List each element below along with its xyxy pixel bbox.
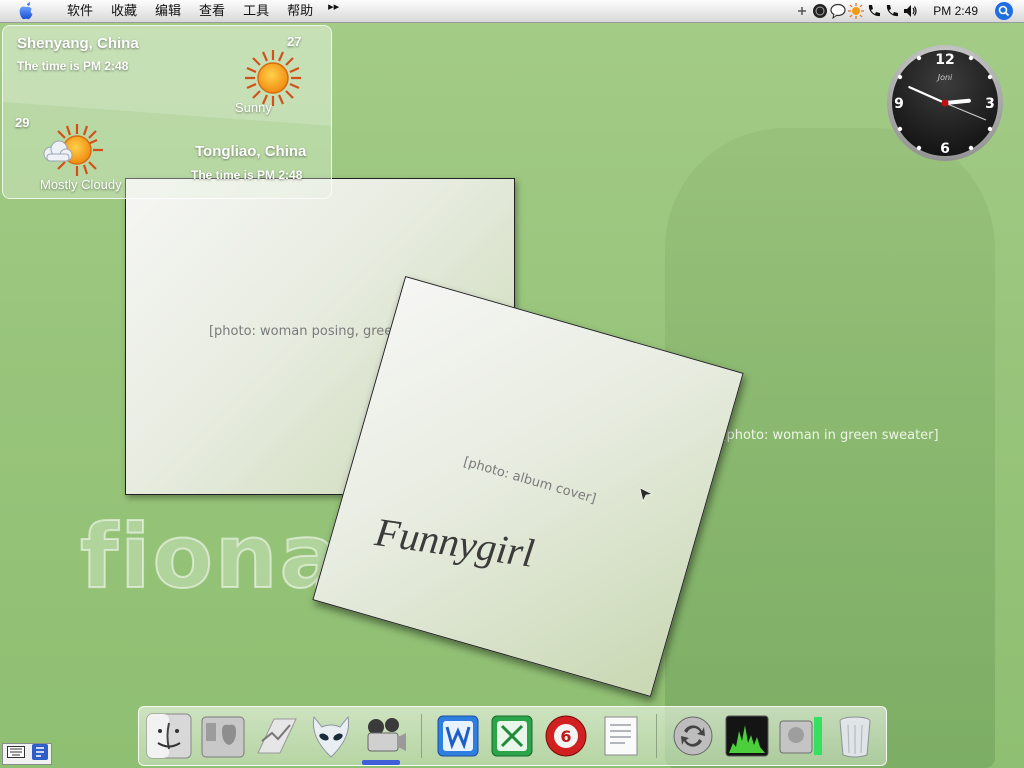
wallpaper-watermark: fiona (79, 504, 341, 609)
keyboard-icon[interactable] (6, 745, 25, 763)
sync-icon[interactable] (669, 712, 717, 760)
menu-help[interactable]: 帮助 (278, 0, 322, 22)
hard-drive-icon[interactable] (777, 712, 825, 760)
video-camera-icon[interactable] (361, 712, 409, 760)
weather-time-secondary: The time is PM 2:48 (191, 168, 303, 182)
analog-clock-widget[interactable]: 12 3 6 9 Joni (886, 44, 1004, 162)
weather-condition-primary: Sunny (235, 100, 272, 115)
clock-numeral-6: 6 (940, 141, 950, 157)
spotlight-search-icon[interactable] (994, 1, 1014, 21)
dock-separator (421, 714, 422, 758)
language-bar[interactable] (2, 743, 52, 765)
sun-icon (243, 48, 303, 108)
menu-list: 软件 收藏 编辑 查看 工具 帮助 ▸▸ (58, 0, 345, 22)
chat-icon[interactable] (830, 3, 846, 19)
weather-widget[interactable]: Shenyang, China The time is PM 2:48 27 S… (2, 25, 332, 199)
sun-icon[interactable] (848, 3, 865, 19)
clock-numeral-12: 12 (935, 52, 954, 68)
menu-tools[interactable]: 工具 (234, 0, 278, 22)
clock-numeral-9: 9 (894, 96, 904, 112)
activity-monitor-icon[interactable] (723, 712, 771, 760)
finder-icon[interactable] (145, 712, 193, 760)
menu-edit[interactable]: 编辑 (146, 0, 190, 22)
network-utility-icon[interactable] (253, 712, 301, 760)
svg-text:6: 6 (560, 727, 571, 746)
trash-icon[interactable] (831, 712, 879, 760)
status-tray: PM 2:49 (793, 0, 1024, 22)
menu-bar: 软件 收藏 编辑 查看 工具 帮助 ▸▸ PM 2:49 (0, 0, 1024, 23)
clock-brand: Joni (936, 73, 953, 82)
dock-separator (656, 714, 657, 758)
apple-icon[interactable] (16, 1, 36, 21)
menu-favorites[interactable]: 收藏 (102, 0, 146, 22)
weather-condition-secondary: Mostly Cloudy (40, 177, 122, 192)
qq-player-icon[interactable]: 6 (542, 712, 590, 760)
menu-overflow-icon[interactable]: ▸▸ (322, 0, 345, 22)
menubar-clock[interactable]: PM 2:49 (933, 4, 978, 18)
dock: 6 (138, 706, 887, 766)
clock-hour-hand (943, 98, 971, 105)
alien-head-icon[interactable] (307, 712, 355, 760)
partly-cloudy-icon (41, 122, 105, 182)
weather-city-secondary: Tongliao, China (195, 143, 307, 160)
menu-view[interactable]: 查看 (190, 0, 234, 22)
menu-software[interactable]: 软件 (58, 0, 102, 22)
speaker-icon[interactable] (902, 3, 918, 19)
text-edit-icon[interactable] (596, 712, 644, 760)
input-method-icon[interactable] (31, 743, 48, 765)
clock-numeral-3: 3 (985, 96, 995, 112)
globe-icon[interactable] (812, 3, 828, 19)
word-processor-icon[interactable] (434, 712, 482, 760)
dock-running-indicator (362, 760, 400, 765)
plus-icon[interactable] (794, 3, 810, 19)
weather-city-primary: Shenyang, China (17, 35, 139, 52)
phone-icon[interactable] (884, 3, 900, 19)
mouse-cursor-icon (639, 487, 653, 503)
weather-temp-primary: 27 (287, 34, 302, 49)
weather-time-primary: The time is PM 2:48 (17, 59, 129, 73)
weather-temp-secondary: 29 (15, 115, 30, 130)
phone-icon[interactable] (866, 3, 882, 19)
spreadsheet-icon[interactable] (488, 712, 536, 760)
system-preferences-icon[interactable] (199, 712, 247, 760)
